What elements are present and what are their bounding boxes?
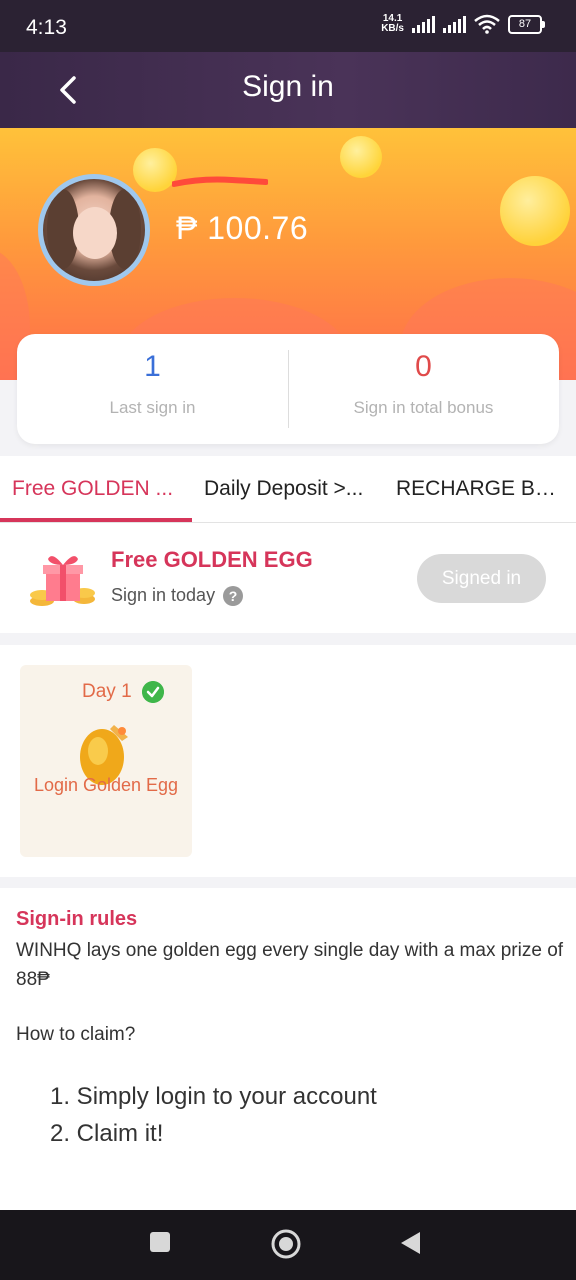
rules-step: 1. Simply login to your account	[50, 1083, 377, 1110]
total-bonus-label: Sign in total bonus	[353, 398, 494, 417]
avatar	[38, 174, 150, 286]
total-bonus-value: 0	[415, 350, 432, 383]
gift-icon	[30, 556, 95, 606]
last-sign-in-label: Last sign in	[109, 398, 196, 417]
net-speed-unit: KB/s	[381, 23, 404, 34]
total-bonus-stat: 0 Sign in total bonus	[288, 334, 559, 444]
home-icon[interactable]	[270, 1228, 302, 1260]
egg-subtitle-text: Sign in today	[111, 585, 216, 605]
tab-daily-deposit[interactable]: Daily Deposit >...	[204, 456, 376, 522]
day-list: Day 1 Login Golden Egg	[0, 645, 576, 877]
day-reward-name: Login Golden Egg	[33, 775, 179, 795]
back-nav-icon[interactable]	[398, 1230, 422, 1256]
wifi-icon	[474, 14, 500, 34]
day-card[interactable]: Day 1 Login Golden Egg	[20, 665, 192, 857]
rules-step: 2. Claim it!	[50, 1120, 164, 1147]
signed-in-button[interactable]: Signed in	[417, 554, 546, 603]
rules-text: WINHQ lays one golden egg every single d…	[16, 940, 564, 990]
system-nav-bar	[0, 1210, 576, 1280]
golden-egg-header: Free GOLDEN EGG Sign in today ? Signed i…	[0, 523, 576, 633]
username-redacted	[172, 176, 268, 187]
decor-bubble	[133, 148, 177, 192]
rules-title: Sign-in rules	[16, 908, 138, 930]
tab-recharge-bonus[interactable]: RECHARGE BO...	[396, 456, 566, 522]
egg-subtitle: Sign in today ?	[111, 585, 244, 606]
decor-bubble	[500, 176, 570, 246]
last-sign-in-value: 1	[144, 350, 161, 383]
rules-steps: 1. Simply login to your account 2. Claim…	[50, 1078, 377, 1152]
egg-title: Free GOLDEN EGG	[111, 547, 313, 572]
stats-card: 1 Last sign in 0 Sign in total bonus	[17, 334, 559, 444]
page-title: Sign in	[242, 70, 334, 103]
net-speed: 14.1 KB/s	[381, 14, 404, 34]
sign-in-rules: Sign-in rules WINHQ lays one golden egg …	[0, 888, 576, 1210]
rules-question: How to claim?	[16, 1024, 136, 1045]
battery-icon: 87	[508, 14, 545, 34]
last-sign-in-stat: 1 Last sign in	[17, 334, 288, 444]
app-bar: Sign in	[0, 52, 576, 128]
balance: ₱ 100.76	[176, 210, 309, 246]
status-time: 4:13	[26, 16, 67, 39]
status-icons: 14.1 KB/s 87	[381, 14, 545, 34]
tab-bar: Free GOLDEN ... Daily Deposit >... RECHA…	[0, 456, 576, 523]
check-icon	[142, 681, 164, 703]
tab-indicator	[0, 518, 192, 522]
help-icon[interactable]: ?	[223, 585, 244, 606]
day-label: Day 1	[82, 681, 132, 702]
recents-icon[interactable]	[148, 1230, 172, 1254]
signal-icon	[443, 15, 466, 33]
status-bar: 4:13 14.1 KB/s 87	[0, 0, 576, 52]
signal-icon	[412, 15, 435, 33]
decor-bubble	[340, 136, 382, 178]
tab-free-golden-egg[interactable]: Free GOLDEN ...	[12, 456, 184, 522]
